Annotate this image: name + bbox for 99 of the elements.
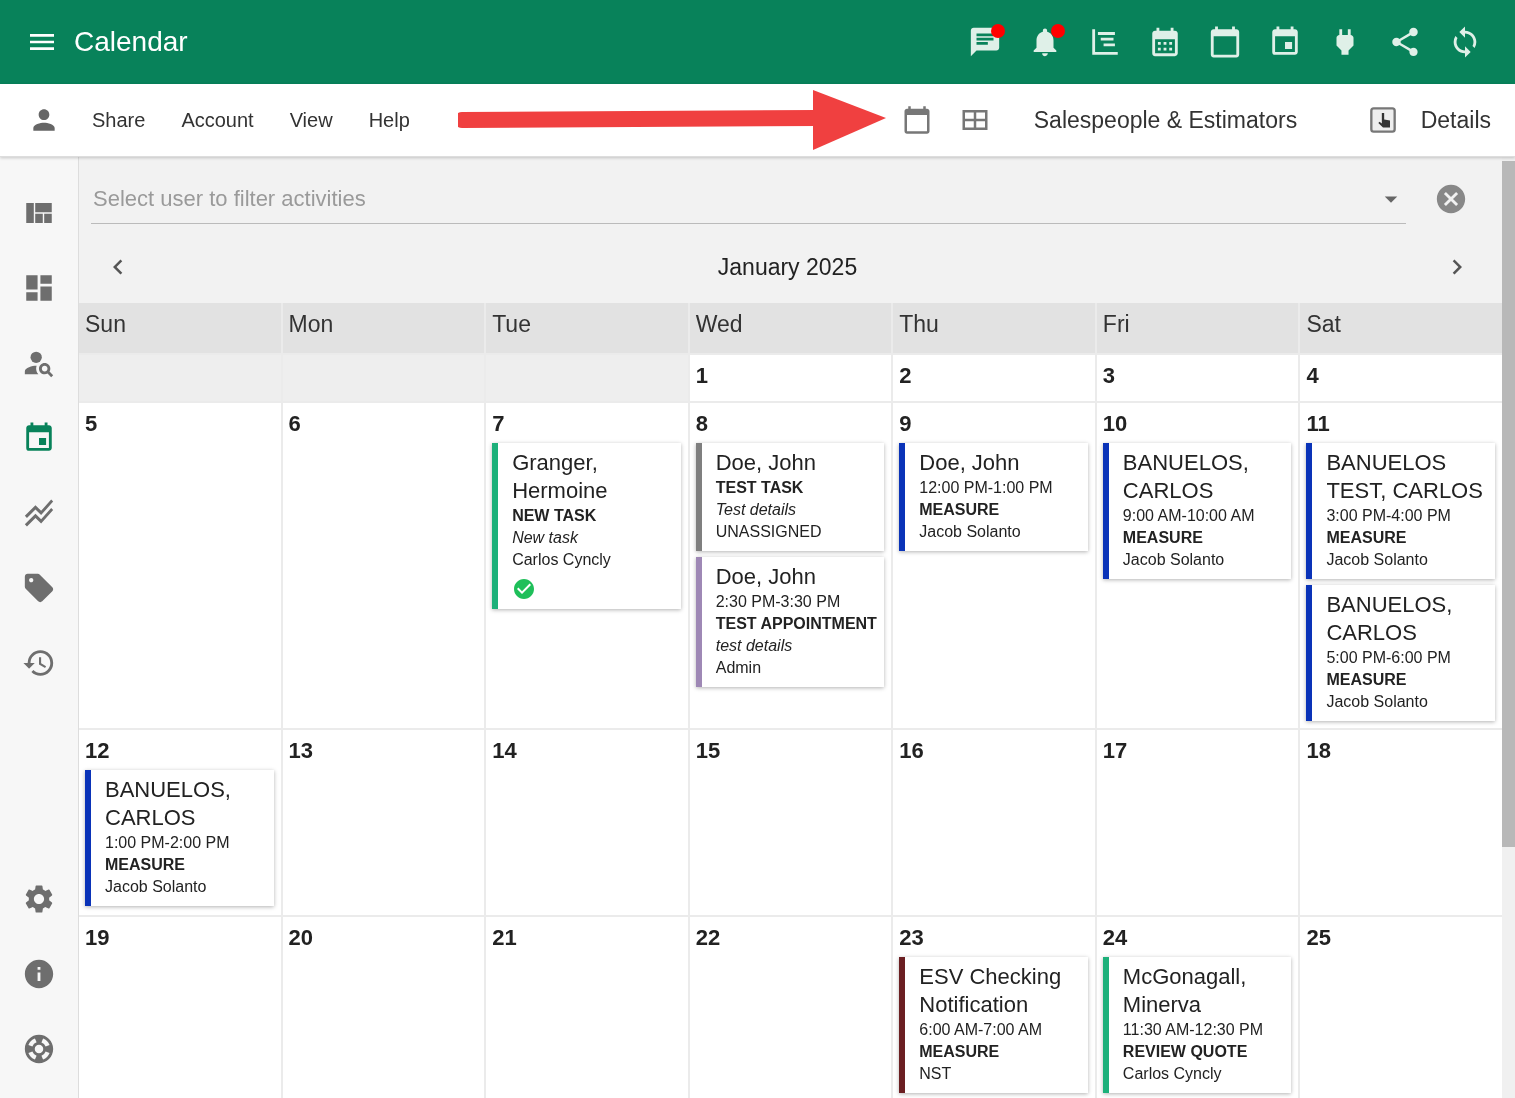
group-selector[interactable]: Salespeople & Estimators (1003, 106, 1328, 134)
event-card[interactable]: McGonagall, Minerva 11:30 AM-12:30 PM REVIEW QUOTE Carlos Cyncly (1102, 957, 1292, 1093)
event-title: Doe, John (715, 563, 816, 591)
day-number: 15 (695, 738, 721, 764)
event-time: 12:00 PM-1:00 PM (919, 478, 1053, 498)
event-person: Jacob Solanto (105, 877, 207, 897)
event-person: Admin (715, 658, 762, 678)
day-number: 16 (899, 738, 924, 764)
event-title: BANUELOS, CARLOS (105, 776, 232, 832)
event-title: Doe, John (715, 449, 816, 477)
event-type: TEST TASK (715, 478, 804, 498)
event-card[interactable]: ESV Checking Notification 6:00 AM-7:00 AM MEASURE NST (899, 957, 1088, 1093)
event-type: REVIEW QUOTE (1122, 1042, 1248, 1062)
menu-item[interactable]: Share (74, 108, 164, 132)
day-number: 18 (1306, 738, 1331, 764)
event-card[interactable]: BANUELOS, CARLOS 9:00 AM-10:00 AM MEASURE Jacob Solanto (1102, 443, 1292, 579)
weekday-header: Sat (1300, 303, 1502, 353)
day-number: 21 (492, 925, 517, 951)
details-button[interactable]: Details (1368, 106, 1491, 134)
event-time: 5:00 PM-6:00 PM (1326, 648, 1451, 668)
event-type: MEASURE (105, 855, 185, 875)
event-card[interactable]: Granger, Hermoine NEW TASK New task Carlos Cyncly (492, 443, 681, 609)
event-details: Test details (715, 500, 797, 520)
event-card[interactable]: BANUELOS TEST, CARLOS 3:00 PM-4:00 PM MEASURE Jacob Solanto (1306, 443, 1495, 579)
event-person: NST (919, 1064, 952, 1084)
app-title: Calendar (74, 26, 189, 58)
user-filter-field[interactable]: Select user to filter activities (91, 184, 1376, 213)
day-number: 17 (1102, 738, 1128, 764)
day-number: 10 (1102, 411, 1128, 437)
day-number: 12 (85, 738, 110, 764)
event-person: Carlos Cyncly (1122, 1064, 1222, 1084)
event-card[interactable]: BANUELOS, CARLOS 5:00 PM-6:00 PM MEASURE Jacob Solanto (1306, 585, 1495, 721)
event-details: New task (512, 528, 578, 548)
calendar-icon (1208, 25, 1242, 59)
event-person: UNASSIGNED (715, 522, 822, 542)
event-type: MEASURE (919, 1042, 1000, 1062)
tag-icon (22, 571, 56, 605)
event-person: Jacob Solanto (919, 522, 1021, 542)
weekday-header: Thu (893, 303, 1095, 353)
day-number: 7 (492, 411, 505, 437)
event-title: BANUELOS, CARLOS (1122, 449, 1250, 505)
event-type: MEASURE (919, 500, 1000, 520)
weekday-header: Wed (689, 303, 892, 353)
event-title: BANUELOS TEST, CARLOS (1326, 449, 1484, 505)
event-card[interactable]: Doe, John 12:00 PM-1:00 PM MEASURE Jacob Solanto (899, 443, 1088, 551)
event-card[interactable]: Doe, John TEST TASK Test details UNASSIGNED (695, 443, 885, 551)
event-title: Doe, John (919, 449, 1020, 477)
event-card[interactable]: Doe, John 2:30 PM-3:30 PM TEST APPOINTMENT test details Admin (695, 557, 885, 687)
event-time: 9:00 AM-10:00 AM (1122, 506, 1255, 526)
event-type: MEASURE (1326, 528, 1407, 548)
day-number: 25 (1306, 925, 1331, 951)
day-number: 24 (1102, 925, 1128, 951)
weekday-header: Fri (1096, 303, 1299, 353)
hand-pointer-icon (1368, 106, 1397, 134)
event-person: Jacob Solanto (1122, 550, 1225, 570)
day-number: 5 (85, 411, 98, 437)
day-number: 13 (288, 738, 314, 764)
month-title: January 2025 (717, 253, 858, 281)
event-card[interactable]: BANUELOS, CARLOS 1:00 PM-2:00 PM MEASURE Jacob Solanto (85, 770, 274, 906)
event-person: Carlos Cyncly (512, 550, 611, 570)
event-title: ESV Checking Notification (919, 963, 1063, 1019)
event-type: TEST APPOINTMENT (715, 614, 877, 634)
day-number: 9 (899, 411, 912, 437)
event-details: test details (715, 636, 793, 656)
event-title: BANUELOS, CARLOS (1326, 591, 1454, 647)
day-number: 8 (695, 411, 708, 437)
weekday-header: Sun (79, 303, 281, 353)
weekday-header: Mon (282, 303, 485, 353)
menu-item[interactable]: View (271, 108, 351, 132)
day-number: 2 (899, 363, 912, 389)
event-type: NEW TASK (512, 506, 597, 526)
event-time: 1:00 PM-2:00 PM (105, 833, 230, 853)
clear-icon[interactable] (1434, 182, 1468, 216)
info-icon (22, 957, 56, 991)
day-number: 6 (288, 411, 301, 437)
day-number: 20 (288, 925, 314, 951)
menu-item[interactable]: Help (350, 108, 428, 132)
day-number: 14 (492, 738, 517, 764)
event-time: 11:30 AM-12:30 PM (1122, 1020, 1264, 1040)
event-person: Jacob Solanto (1326, 550, 1428, 570)
event-time: 2:30 PM-3:30 PM (715, 592, 841, 612)
event-title: McGonagall, Minerva (1122, 963, 1248, 1019)
life-ring-icon (22, 1032, 56, 1066)
weekday-header: Tue (486, 303, 688, 353)
day-number: 23 (899, 925, 924, 951)
event-type: MEASURE (1122, 528, 1203, 548)
day-number: 1 (695, 363, 708, 389)
menu-item[interactable]: Account (163, 108, 272, 132)
day-number: 4 (1306, 363, 1319, 389)
event-person: Jacob Solanto (1326, 692, 1428, 712)
day-number: 3 (1102, 363, 1116, 389)
event-title: Granger, Hermoine (512, 449, 609, 505)
event-time: 6:00 AM-7:00 AM (919, 1020, 1042, 1040)
event-time: 3:00 PM-4:00 PM (1326, 506, 1451, 526)
event-type: MEASURE (1326, 670, 1407, 690)
day-number: 11 (1306, 411, 1330, 437)
day-number: 19 (85, 925, 110, 951)
day-number: 22 (695, 925, 721, 951)
scrollbar[interactable] (1502, 157, 1515, 1098)
